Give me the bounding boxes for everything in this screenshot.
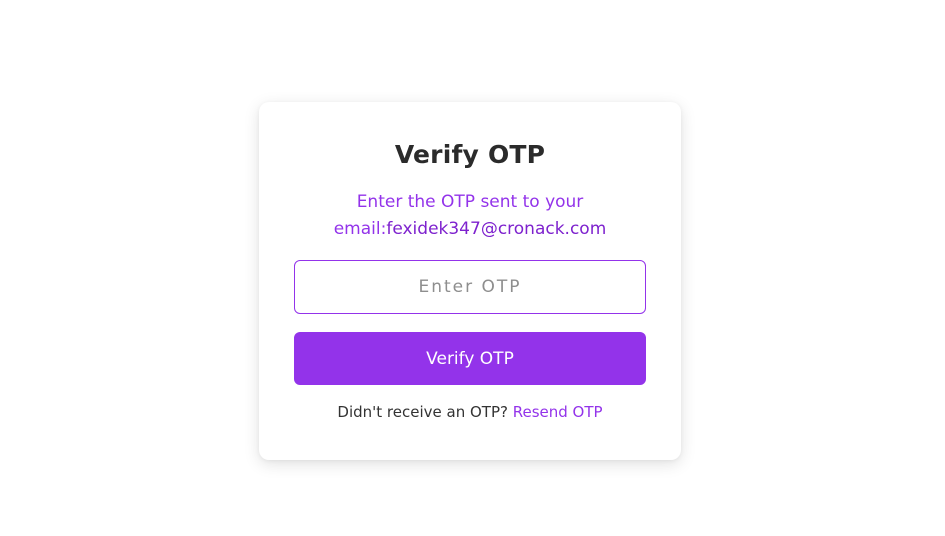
otp-instructions: Enter the OTP sent to your email:fexidek…	[259, 189, 681, 243]
verify-otp-button[interactable]: Verify OTP	[294, 332, 646, 385]
verify-otp-card: Verify OTP Enter the OTP sent to your em…	[259, 102, 681, 460]
resend-prompt: Didn't receive an OTP?	[337, 403, 508, 421]
otp-input[interactable]	[294, 260, 646, 314]
instructions-line: Enter the OTP sent to your	[356, 192, 584, 212]
page-title: Verify OTP	[394, 140, 546, 169]
resend-row: Didn't receive an OTP? Resend OTP	[259, 403, 681, 421]
resend-otp-link[interactable]: Resend OTP	[513, 403, 603, 421]
email-prefix: email:	[333, 219, 387, 239]
email-address: fexidek347@cronack.com	[386, 219, 607, 239]
